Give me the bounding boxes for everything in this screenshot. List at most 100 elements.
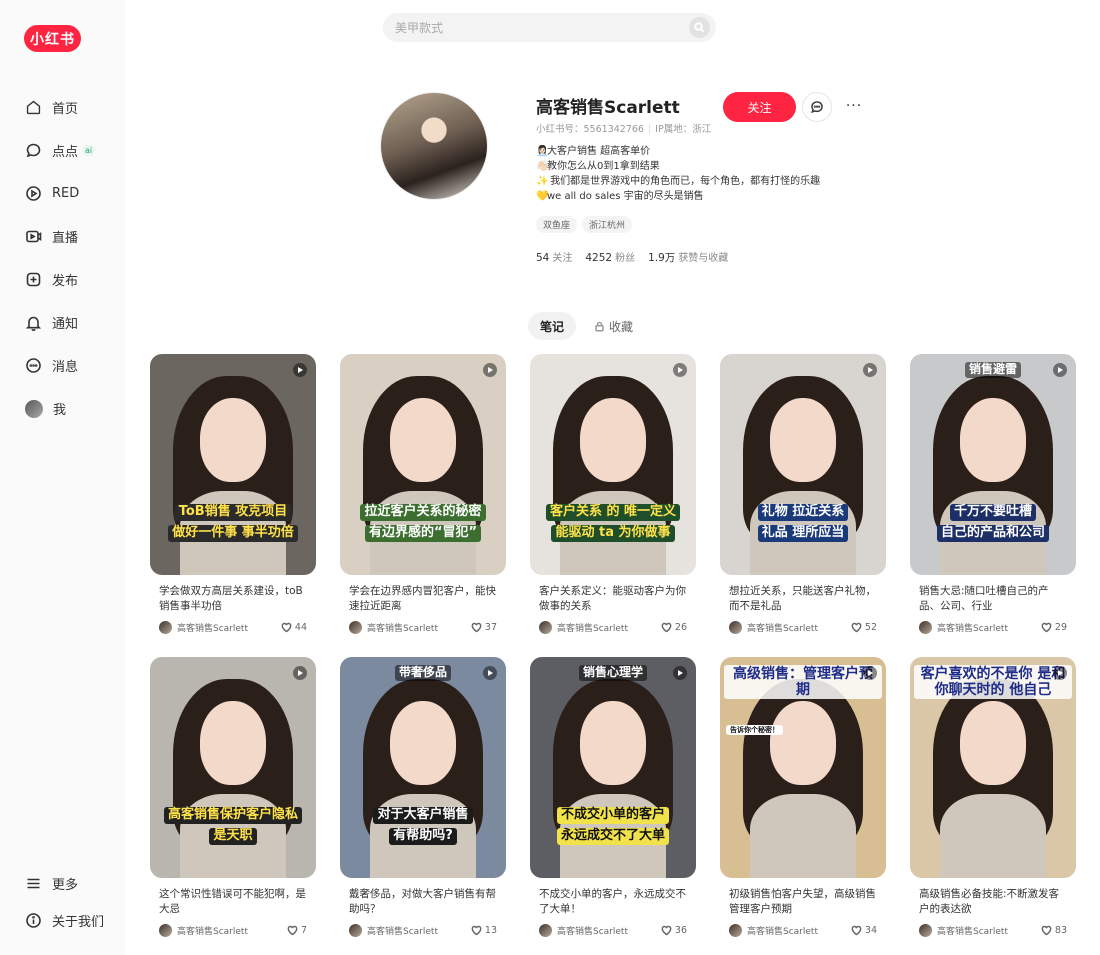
author-name[interactable]: 高客销售Scarlett [937, 924, 1041, 937]
note-cover[interactable]: 带奢侈品 对于大客户销售 有帮助吗? [340, 657, 506, 878]
note-card[interactable]: 客户关系 的 唯一定义 能驱动 ta 为你做事客户关系定义：能驱动客户为你做事的关… [530, 354, 696, 634]
note-cover[interactable]: 销售避雷 千万不要吐槽 自己的产品和公司 [910, 354, 1076, 575]
bio-emoji: 👩🏻‍💼 [536, 146, 549, 157]
note-card[interactable]: 带奢侈品 对于大客户销售 有帮助吗? 戴奢侈品，对做大客户销售有帮助吗？ 高客销售Sca… [340, 657, 506, 937]
follow-button[interactable]: 关注 [723, 92, 796, 122]
note-cover[interactable]: 销售心理学 不成交小单的客户 永远成交不了大单 [530, 657, 696, 878]
author-avatar[interactable] [919, 924, 932, 937]
note-cover[interactable]: 拉近客户关系的秘密 有边界感的“冒犯” [340, 354, 506, 575]
like-button[interactable]: 52 [851, 622, 877, 633]
note-cover[interactable]: 客户关系 的 唯一定义 能驱动 ta 为你做事 [530, 354, 696, 575]
like-button[interactable]: 29 [1041, 622, 1067, 633]
note-title[interactable]: 这个常识性错误可不能犯啊，是大忌 [150, 887, 316, 917]
cover-top-label: 销售心理学 [578, 665, 647, 681]
like-button[interactable]: 83 [1041, 925, 1067, 936]
note-cover[interactable]: 高级销售：管理客户预期 告诉你个秘密！ [720, 657, 886, 878]
sidebar-item-message[interactable]: 消息 [0, 344, 126, 387]
sidebar-item-play-circle[interactable]: RED [0, 172, 126, 215]
xiaohongshu-logo[interactable]: 小红书 [24, 25, 81, 52]
author-name[interactable]: 高客销售Scarlett [557, 621, 661, 634]
like-button[interactable]: 37 [471, 622, 497, 633]
note-card[interactable]: ToB销售 攻克项目 做好一件事 事半功倍学会做双方高层关系建设，toB销售事半功… [150, 354, 316, 634]
author-name[interactable]: 高客销售Scarlett [367, 924, 471, 937]
note-card[interactable]: 高客销售保护客户隐私 是天职这个常识性错误可不能犯啊，是大忌高客销售Scarlet… [150, 657, 316, 937]
video-play-icon [293, 666, 307, 680]
sidebar: 小红书 首页 点点 ai RED 直播 发布通知消息我 更多 关于我们 [0, 0, 126, 955]
stat-value: 54 [536, 252, 550, 264]
note-title[interactable]: 初级销售怕客户失望，高级销售管理客户预期 [720, 887, 886, 917]
sidebar-item-plus-square[interactable]: 发布 [0, 258, 126, 301]
tab-favorites[interactable]: 收藏 [582, 312, 645, 340]
author-avatar[interactable] [729, 621, 742, 634]
like-button[interactable]: 13 [471, 925, 497, 936]
note-cover[interactable]: ToB销售 攻克项目 做好一件事 事半功倍 [150, 354, 316, 575]
search-input[interactable] [395, 13, 675, 42]
author-name[interactable]: 高客销售Scarlett [937, 621, 1041, 634]
note-footer: 高客销售Scarlett 44 [150, 621, 316, 634]
author-avatar[interactable] [349, 621, 362, 634]
stat-item[interactable]: 1.9万 获赞与收藏 [648, 249, 728, 265]
author-name[interactable]: 高客销售Scarlett [177, 924, 287, 937]
like-button[interactable]: 44 [281, 622, 307, 633]
note-card[interactable]: 销售避雷 千万不要吐槽 自己的产品和公司销售大忌:随口吐槽自己的产品、公司、行业高客… [910, 354, 1076, 634]
home-icon [25, 99, 42, 116]
cover-caption-line: 客户关系 的 唯一定义 [545, 504, 681, 521]
ai-badge: ai [82, 145, 96, 156]
tab-notes[interactable]: 笔记 [528, 312, 577, 340]
sidebar-item-avatar[interactable]: 我 [0, 387, 126, 430]
author-name[interactable]: 高客销售Scarlett [747, 621, 851, 634]
cover-figure-face [579, 701, 647, 786]
note-cover[interactable]: 礼物 拉近关系 礼品 理所应当 [720, 354, 886, 575]
cover-caption-line: 做好一件事 事半功倍 [168, 524, 298, 542]
author-avatar[interactable] [539, 924, 552, 937]
stat-label: 关注 [552, 253, 573, 264]
sidebar-item-home[interactable]: 首页 [0, 86, 126, 129]
note-cover[interactable]: 客户喜欢的不是你 是和你聊天时的 他自己 [910, 657, 1076, 878]
author-avatar[interactable] [159, 924, 172, 937]
message-icon [25, 357, 42, 374]
like-button[interactable]: 36 [661, 925, 687, 936]
like-button[interactable]: 7 [287, 925, 307, 936]
cover-caption-line: ToB销售 攻克项目 [174, 504, 292, 521]
sidebar-item-live[interactable]: 直播 [0, 215, 126, 258]
note-title[interactable]: 客户关系定义：能驱动客户为你做事的关系 [530, 584, 696, 614]
author-name[interactable]: 高客销售Scarlett [177, 621, 281, 634]
author-avatar[interactable] [729, 924, 742, 937]
profile-ip-label: IP属地： [655, 124, 693, 135]
note-card[interactable]: 客户喜欢的不是你 是和你聊天时的 他自己高级销售必备技能:不断激发客户的表达欲高… [910, 657, 1076, 937]
author-avatar[interactable] [159, 621, 172, 634]
author-avatar[interactable] [919, 621, 932, 634]
stat-item[interactable]: 4252 粉丝 [585, 249, 635, 265]
sidebar-item-label: 通知 [52, 317, 79, 332]
author-avatar[interactable] [349, 924, 362, 937]
note-card[interactable]: 销售心理学 不成交小单的客户 永远成交不了大单不成交小单的客户，永远成交不了大单！ 高… [530, 657, 696, 937]
note-card[interactable]: 礼物 拉近关系 礼品 理所应当想拉近关系，只能送客户礼物，而不是礼品高客销售Sca… [720, 354, 886, 634]
note-title[interactable]: 戴奢侈品，对做大客户销售有帮助吗？ [340, 887, 506, 917]
author-avatar[interactable] [539, 621, 552, 634]
author-name[interactable]: 高客销售Scarlett [557, 924, 661, 937]
like-button[interactable]: 26 [661, 622, 687, 633]
author-name[interactable]: 高客销售Scarlett [367, 621, 471, 634]
note-title[interactable]: 学会做双方高层关系建设，toB销售事半功倍 [150, 584, 316, 614]
note-title[interactable]: 不成交小单的客户，永远成交不了大单！ [530, 887, 696, 917]
sidebar-item-menu[interactable]: 更多 [0, 865, 126, 902]
note-title[interactable]: 学会在边界感内冒犯客户，能快速拉近距离 [340, 584, 506, 614]
note-card[interactable]: 高级销售：管理客户预期 告诉你个秘密！ 初级销售怕客户失望，高级销售管理客户预期高客… [720, 657, 886, 937]
more-options-icon[interactable]: ··· [844, 96, 864, 116]
note-title[interactable]: 高级销售必备技能:不断激发客户的表达欲 [910, 887, 1076, 917]
note-card[interactable]: 拉近客户关系的秘密 有边界感的“冒犯” 学会在边界感内冒犯客户，能快速拉近距离高客销… [340, 354, 506, 634]
note-title[interactable]: 想拉近关系，只能送客户礼物，而不是礼品 [720, 584, 886, 614]
video-play-icon [863, 666, 877, 680]
cover-figure-face [959, 701, 1027, 786]
sidebar-item-chat-bubble[interactable]: 点点 ai [0, 129, 126, 172]
sidebar-item-bell[interactable]: 通知 [0, 301, 126, 344]
note-title[interactable]: 销售大忌:随口吐槽自己的产品、公司、行业 [910, 584, 1076, 614]
search-button[interactable] [689, 17, 710, 38]
stat-item[interactable]: 54 关注 [536, 249, 572, 265]
sidebar-item-info[interactable]: 关于我们 [0, 902, 126, 939]
sidebar-nav: 首页 点点 ai RED 直播 发布通知消息我 [0, 86, 126, 430]
author-name[interactable]: 高客销售Scarlett [747, 924, 851, 937]
note-cover[interactable]: 高客销售保护客户隐私 是天职 [150, 657, 316, 878]
message-button[interactable] [802, 92, 832, 122]
like-button[interactable]: 34 [851, 925, 877, 936]
